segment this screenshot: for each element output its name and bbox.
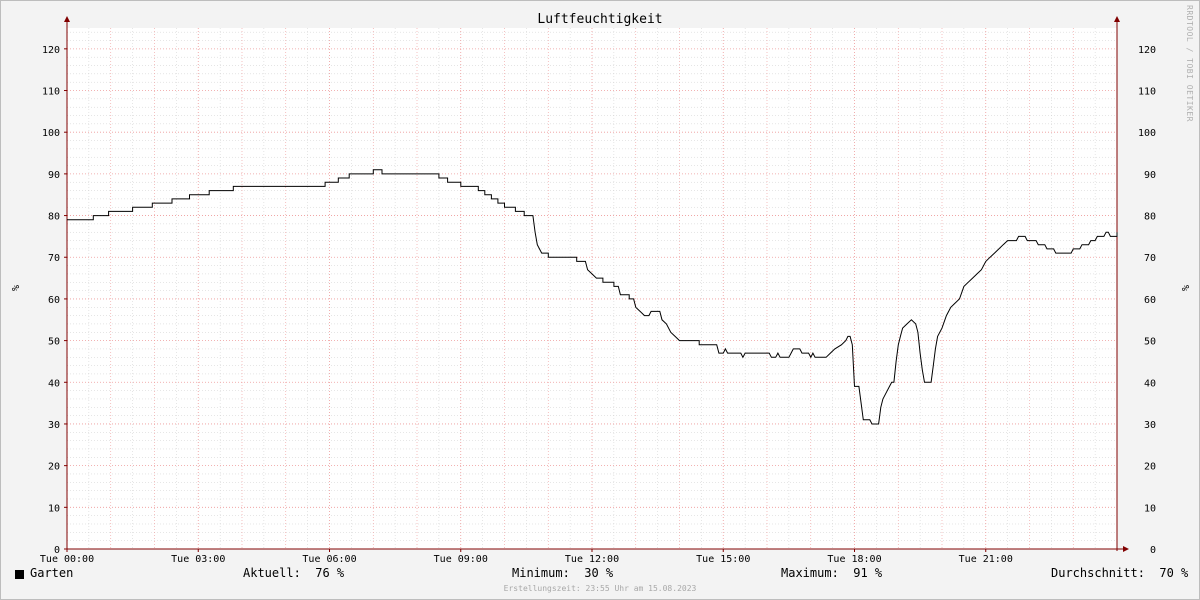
x-tick-label: Tue 15:00 — [696, 554, 750, 565]
y-tick-label-left: 50 — [48, 337, 60, 348]
x-axis-arrow — [1123, 546, 1129, 552]
legend-average: Durchschnitt: 70 % — [1051, 566, 1189, 580]
y-tick-label-right: 30 — [1144, 420, 1156, 431]
y-tick-label-left: 20 — [48, 462, 60, 473]
y-tick-label-right: 40 — [1144, 378, 1156, 389]
y-axis-label-right: % — [1179, 285, 1190, 291]
y-tick-label-right: 100 — [1138, 128, 1156, 139]
y-tick-label-right: 80 — [1144, 212, 1156, 223]
y-tick-label-left: 110 — [42, 87, 60, 98]
y-tick-label-right: 50 — [1144, 337, 1156, 348]
x-tick-label: Tue 09:00 — [434, 554, 488, 565]
y-tick-label-left: 70 — [48, 253, 60, 264]
watermark: RRDTOOL / TOBI OETIKER — [1185, 5, 1194, 122]
y-tick-label-right: 0 — [1150, 545, 1156, 556]
footer-timestamp: Erstellungszeit: 23:55 Uhr am 15.08.2023 — [503, 584, 697, 593]
y-tick-label-left: 90 — [48, 170, 60, 181]
y-axis-arrow-right — [1114, 16, 1120, 22]
y-axis-label-left: % — [9, 285, 20, 291]
y-tick-label-right: 120 — [1138, 45, 1156, 56]
y-tick-label-right: 60 — [1144, 295, 1156, 306]
legend-maximum: Maximum: 91 % — [781, 566, 883, 580]
y-tick-label-left: 120 — [42, 45, 60, 56]
plot-area: 0 010 1020 2030 3040 4050 5060 6070 7080 8090 9010… — [9, 16, 1190, 565]
legend-series-label: Garten — [30, 566, 74, 580]
x-tick-label: Tue 03:00 — [171, 554, 225, 565]
x-tick-label: Tue 21:00 — [959, 554, 1013, 565]
y-tick-label-left: 60 — [48, 295, 60, 306]
y-tick-label-right: 10 — [1144, 503, 1156, 514]
x-tick-label: Tue 00:00 — [40, 554, 94, 565]
legend-current: Aktuell: 76 % — [243, 566, 345, 580]
chart-title: Luftfeuchtigkeit — [537, 12, 662, 27]
y-tick-label-left: 40 — [48, 378, 60, 389]
y-tick-label-left: 100 — [42, 128, 60, 139]
y-tick-label-left: 30 — [48, 420, 60, 431]
x-tick-label: Tue 06:00 — [302, 554, 356, 565]
x-tick-label: Tue 18:00 — [827, 554, 881, 565]
y-tick-label-right: 20 — [1144, 462, 1156, 473]
y-tick-label-right: 70 — [1144, 253, 1156, 264]
y-axis-arrow-left — [64, 16, 70, 22]
y-tick-label-right: 90 — [1144, 170, 1156, 181]
x-tick-label: Tue 12:00 — [565, 554, 619, 565]
y-tick-label-right: 110 — [1138, 87, 1156, 98]
legend-minimum: Minimum: 30 % — [512, 566, 614, 580]
y-tick-label-left: 80 — [48, 212, 60, 223]
legend-color-swatch — [15, 570, 24, 579]
y-tick-label-left: 10 — [48, 503, 60, 514]
chart: Luftfeuchtigkeit 0 010 1020 2030 3040 4050 506… — [9, 12, 1190, 565]
